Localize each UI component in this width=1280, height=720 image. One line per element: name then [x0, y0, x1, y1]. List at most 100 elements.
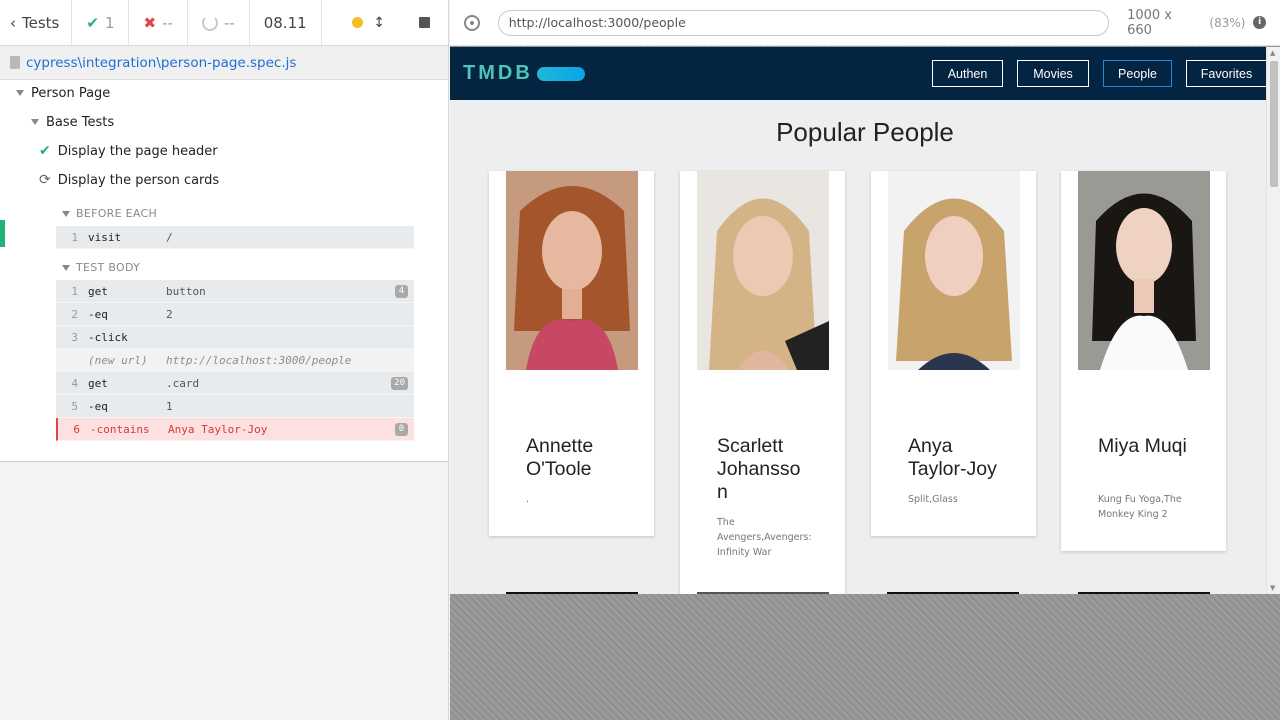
command-row[interactable]: 2 -eq 2 [56, 303, 414, 326]
stop-icon[interactable] [419, 17, 430, 28]
command-name: (new url) [88, 353, 148, 367]
person-photo [888, 171, 1020, 370]
nav-button-authen[interactable]: Authen [932, 60, 1003, 87]
hook-before-each[interactable]: BEFORE EACH [62, 207, 157, 220]
next-row-card-peek [887, 592, 1019, 594]
chevron-left-icon: ‹ [10, 13, 16, 32]
viewport-scale: (83%) [1209, 15, 1246, 30]
caret-down-icon [31, 119, 39, 125]
info-icon[interactable]: i [1253, 16, 1266, 29]
person-card[interactable]: Anya Taylor-Joy Split,Glass [871, 171, 1036, 536]
scrollbar-thumb[interactable] [1270, 61, 1278, 187]
passed-count: 1 [104, 13, 115, 32]
command-name: visit [88, 230, 122, 244]
command-number: 5 [71, 399, 78, 413]
failing-command-row[interactable]: 6 -contains Anya Taylor-Joy 0 [56, 418, 414, 441]
element-count-badge: 20 [391, 377, 408, 390]
command-name: get [88, 376, 108, 390]
command-arg: Anya Taylor-Joy [168, 422, 268, 436]
hook-title: TEST BODY [76, 261, 141, 274]
spec-path: cypress\integration\person-page.spec.js [26, 54, 297, 71]
crosshair-icon[interactable] [464, 14, 480, 31]
test-person-cards[interactable]: ⟳ Display the person cards [39, 171, 219, 189]
caret-down-icon [16, 90, 24, 96]
next-row-card-peek [506, 592, 638, 594]
command-row[interactable]: 1 visit / [56, 226, 414, 249]
test-title: Display the page header [57, 143, 218, 159]
person-name: Anya Taylor-Joy [908, 435, 997, 480]
person-name: Scarlett Johansson [717, 435, 801, 503]
nav-button-people[interactable]: People [1103, 60, 1172, 87]
command-arg: http://localhost:3000/people [166, 353, 352, 367]
scroll-down-icon[interactable]: ▼ [1270, 584, 1275, 592]
person-known-for: . [526, 494, 530, 505]
command-arg: / [166, 230, 173, 244]
pending-count: -- [223, 13, 235, 32]
url-text: http://localhost:3000/people [508, 15, 686, 30]
back-to-tests-button[interactable]: ‹ Tests [0, 0, 73, 45]
tmdb-logo[interactable]: TMDB [463, 62, 585, 85]
aut-header: http://localhost:3000/people 1000 x 660 … [450, 0, 1280, 46]
suite-person-page[interactable]: Person Page [16, 84, 110, 102]
person-name: Annette O'Toole [526, 435, 594, 480]
command-row[interactable]: 1 get button 4 [56, 280, 414, 303]
before-each-commands: 1 visit / [56, 226, 414, 249]
test-page-header[interactable]: ✔ Display the page header [39, 142, 218, 160]
cypress-reporter: ‹ Tests ✔ 1 ✖ -- -- 08.11 ↕ cypress\inte… [0, 0, 449, 720]
app-navbar: TMDB Authen Movies People Favorites [450, 47, 1280, 100]
scroll-up-icon[interactable]: ▲ [1270, 49, 1275, 57]
command-name: get [88, 284, 108, 298]
status-dot-icon [352, 17, 364, 28]
caret-down-icon [62, 210, 70, 217]
command-row[interactable]: 3 -click [56, 326, 414, 349]
person-card[interactable]: Scarlett Johansson The Avengers,Avengers… [680, 171, 845, 594]
retry-icon: ⟳ [39, 172, 51, 188]
person-photo [506, 171, 638, 370]
passed-stat[interactable]: ✔ 1 [72, 0, 130, 45]
viewport-info: 1000 x 660 (83%) i [1127, 8, 1266, 38]
iframe-scrollbar[interactable]: ▲ ▼ [1266, 47, 1280, 594]
person-photo [697, 171, 829, 370]
nav-button-movies[interactable]: Movies [1017, 60, 1089, 87]
person-known-for: Split,Glass [908, 494, 958, 505]
next-row-card-peek [697, 592, 829, 594]
next-row-card-peek [1078, 592, 1210, 594]
x-icon: ✖ [143, 13, 157, 32]
person-card[interactable]: Miya Muqi Kung Fu Yoga,The Monkey King 2 [1061, 171, 1226, 551]
suite-base-tests[interactable]: Base Tests [31, 113, 114, 131]
app-under-test-pane: http://localhost:3000/people 1000 x 660 … [450, 0, 1280, 720]
command-name: -eq [88, 307, 108, 321]
element-count-badge: 4 [395, 285, 408, 298]
logo-text: TMDB [463, 62, 533, 84]
command-number: 4 [71, 376, 78, 390]
failed-count: -- [162, 13, 173, 32]
nav-button-favorites[interactable]: Favorites [1186, 60, 1267, 87]
command-arg: 1 [166, 399, 173, 413]
test-tree: Person Page Base Tests ✔ Display the pag… [0, 80, 448, 462]
app-iframe: TMDB Authen Movies People Favorites Popu… [450, 47, 1280, 594]
command-arg: 2 [166, 307, 173, 321]
failed-stat[interactable]: ✖ -- [129, 0, 188, 45]
command-number: 3 [71, 330, 78, 344]
command-number: 6 [73, 422, 80, 436]
person-card[interactable]: Annette O'Toole . [489, 171, 654, 536]
command-row[interactable]: 4 get .card 20 [56, 372, 414, 395]
pending-stat[interactable]: -- [188, 0, 250, 45]
resize-icon[interactable]: ↕ [373, 15, 385, 31]
person-photo [1078, 171, 1210, 370]
command-number: 1 [71, 230, 78, 244]
person-known-for: The Avengers,Avengers: Infinity War [717, 517, 812, 558]
pass-indicator [0, 220, 5, 247]
new-url-event[interactable]: (new url) http://localhost:3000/people [56, 349, 414, 372]
hook-title: BEFORE EACH [76, 207, 158, 220]
spec-file-link[interactable]: cypress\integration\person-page.spec.js [0, 46, 448, 80]
command-name: -eq [88, 399, 108, 413]
person-name: Miya Muqi [1098, 435, 1187, 457]
logo-pill-icon [536, 66, 585, 81]
command-number: 1 [71, 284, 78, 298]
command-row[interactable]: 5 -eq 1 [56, 395, 414, 418]
url-bar[interactable]: http://localhost:3000/people [497, 9, 1110, 36]
command-name: -contains [90, 422, 150, 436]
caret-down-icon [62, 264, 70, 271]
hook-test-body[interactable]: TEST BODY [62, 261, 140, 274]
